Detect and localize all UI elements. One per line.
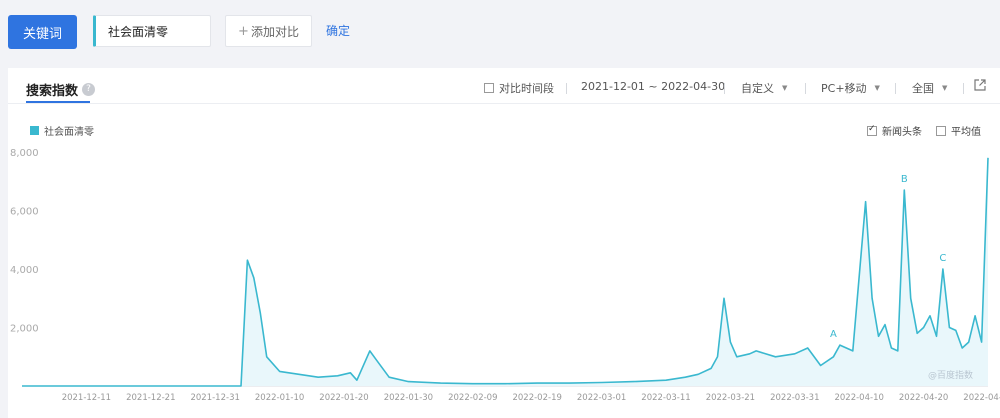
- x-tick-label: 2022-03-21: [706, 393, 755, 403]
- x-tick-label: 2022-01-20: [319, 393, 368, 403]
- confirm-link[interactable]: 确定: [326, 22, 350, 39]
- x-tick-label: 2022-03-31: [770, 393, 819, 403]
- x-tick-label: 2022-03-11: [641, 393, 690, 403]
- device-dropdown[interactable]: PC+移动 ▼: [821, 80, 880, 96]
- watermark: @百度指数: [928, 371, 974, 381]
- legend-swatch: [30, 126, 39, 135]
- x-tick-label: 2022-04-20: [899, 393, 948, 403]
- annotation-label: C: [939, 253, 946, 264]
- panel-title: 搜索指数: [26, 84, 79, 99]
- compare-period-label: 对比时间段: [499, 82, 554, 95]
- keyword-value: 社会面清零: [108, 24, 169, 39]
- y-tick-label: 6,000: [10, 207, 39, 218]
- y-tick-label: 8,000: [10, 148, 39, 159]
- help-icon[interactable]: ?: [82, 83, 96, 96]
- divider: [963, 83, 964, 94]
- compare-period-toggle[interactable]: 对比时间段: [484, 80, 554, 96]
- x-tick-label: 2021-12-11: [62, 393, 111, 403]
- checkbox-icon: [484, 83, 494, 93]
- search-index-chart[interactable]: 2,000 4,000 6,000 8,000 2021-12-11 2021-12-21…: [8, 136, 1000, 418]
- divider: [8, 103, 1000, 104]
- divider: [805, 83, 806, 94]
- keyword-button[interactable]: 关键词: [8, 15, 77, 49]
- series-area: [22, 157, 988, 386]
- y-tick-label: 4,000: [10, 265, 39, 276]
- annotation-label: B: [901, 174, 908, 185]
- x-tick-label: 2022-01-30: [384, 393, 433, 403]
- panel-tab-search-index[interactable]: 搜索指数 ?: [26, 80, 96, 99]
- external-link-icon[interactable]: [974, 79, 986, 91]
- divider: [566, 83, 567, 94]
- x-tick-label: 2022-01-10: [255, 393, 304, 403]
- add-compare-button[interactable]: + 添加对比: [225, 15, 312, 47]
- x-tick-label: 2022-02-09: [448, 393, 497, 403]
- search-index-panel: 搜索指数 ? 对比时间段 2021-12-01 ~ 2022-04-30 自定义…: [8, 68, 1000, 418]
- custom-dropdown[interactable]: 自定义 ▼: [741, 80, 787, 96]
- region-label: 全国: [912, 82, 934, 95]
- divider: [724, 83, 725, 94]
- date-range[interactable]: 2021-12-01 ~ 2022-04-30: [581, 80, 725, 93]
- region-dropdown[interactable]: 全国 ▼: [912, 80, 947, 96]
- y-tick-label: 2,000: [10, 324, 39, 335]
- add-compare-label: 添加对比: [250, 24, 299, 39]
- custom-label: 自定义: [741, 82, 774, 95]
- x-tick-label: 2022-04-30: [963, 393, 1000, 403]
- checkbox-icon: [867, 124, 877, 136]
- search-bar: 关键词 社会面清零 + 添加对比 确定: [0, 0, 1000, 62]
- x-tick-label: 2022-03-01: [577, 393, 626, 403]
- device-label: PC+移动: [821, 82, 867, 95]
- x-tick-label: 2022-02-19: [512, 393, 561, 403]
- x-tick-label: 2021-12-31: [190, 393, 239, 403]
- plus-icon: +: [238, 23, 249, 39]
- caret-down-icon: ▼: [782, 84, 788, 92]
- date-range-value: 2021-12-01 ~ 2022-04-30: [581, 80, 726, 93]
- caret-down-icon: ▼: [942, 84, 948, 92]
- caret-down-icon: ▼: [874, 84, 880, 92]
- checkbox-icon: [936, 125, 946, 136]
- x-tick-label: 2022-04-10: [834, 393, 883, 403]
- annotation-label: A: [830, 329, 837, 340]
- x-tick-label: 2021-12-21: [126, 393, 175, 403]
- divider: [895, 83, 896, 94]
- keyword-input[interactable]: 社会面清零: [93, 15, 211, 47]
